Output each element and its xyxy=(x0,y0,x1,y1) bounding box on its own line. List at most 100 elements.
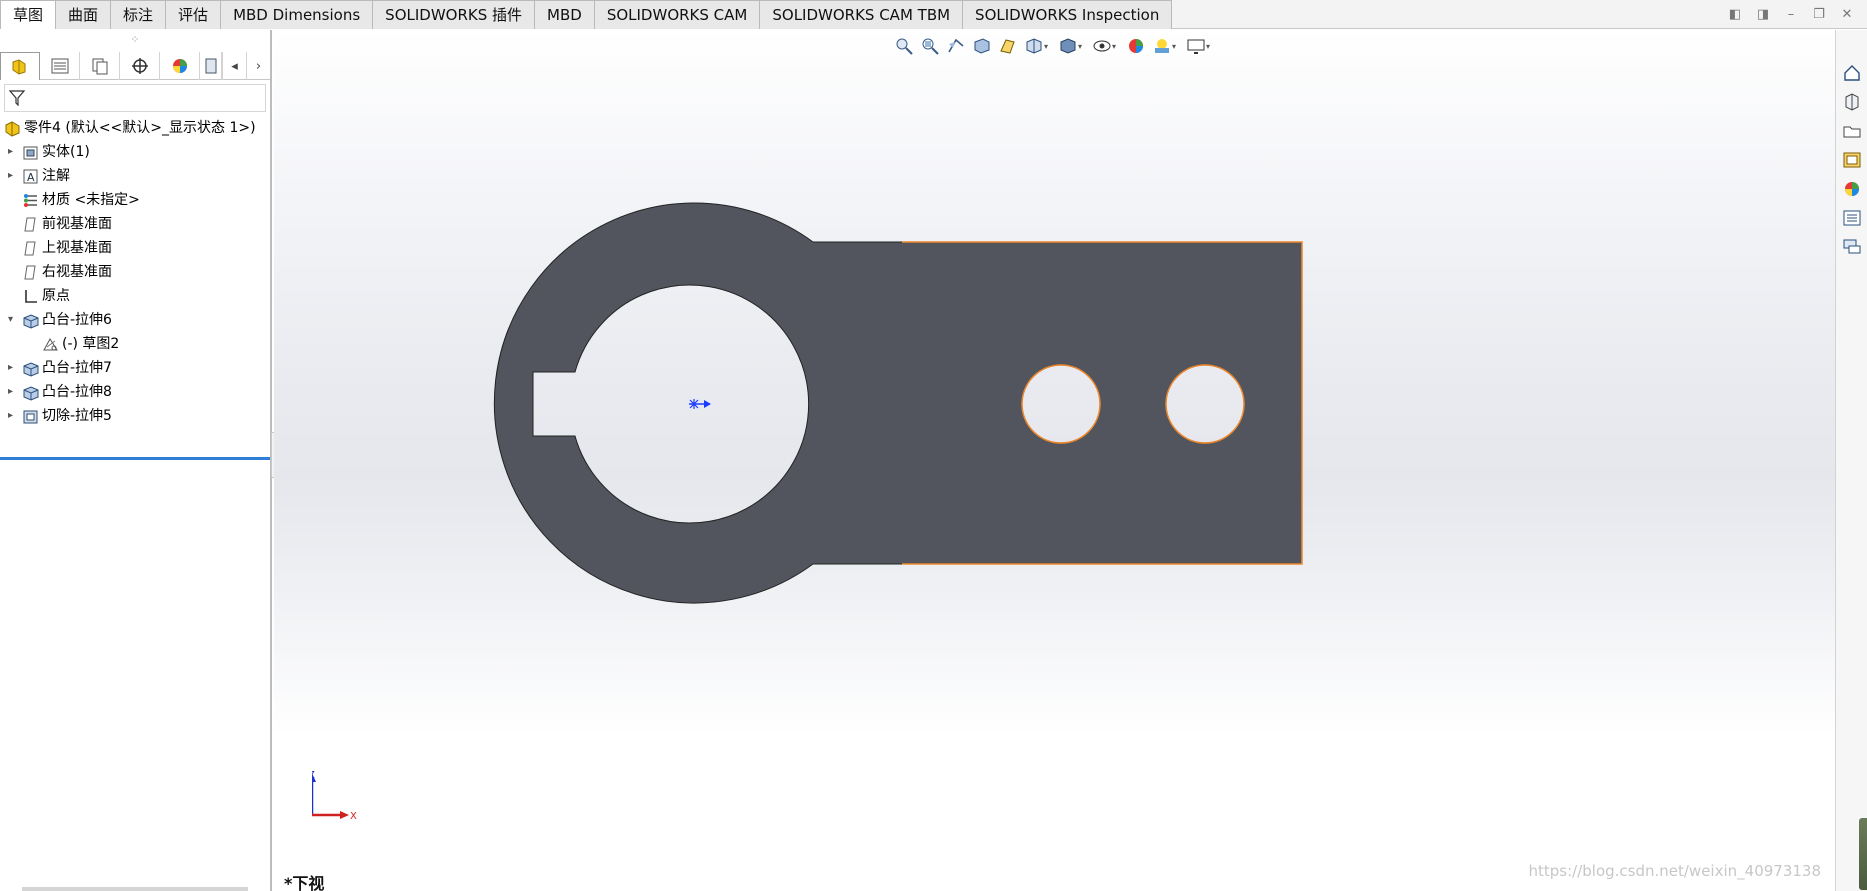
maximize-button[interactable]: ❐ xyxy=(1807,4,1831,26)
tile-left-icon[interactable]: ◧ xyxy=(1723,4,1747,26)
rollback-bar[interactable] xyxy=(0,457,270,460)
task-pane xyxy=(1835,30,1867,891)
tree-node-label: 上视基准面 xyxy=(42,240,112,256)
feature-tree: 零件4 (默认<<默认>_显示状态 1>) ▸ 实体(1) ▸ A 注解 材质 <未指定> 前… xyxy=(0,116,270,428)
watermark-text: https://blog.csdn.net/weixin_40973138 xyxy=(1528,862,1821,880)
part-icon xyxy=(5,121,20,137)
tree-node-5[interactable]: 上视基准面 xyxy=(0,236,270,260)
camworks-icon xyxy=(205,58,216,74)
tab-4[interactable]: MBD Dimensions xyxy=(220,0,374,29)
design-library-tab[interactable] xyxy=(1838,88,1866,116)
task-pane-handle[interactable] xyxy=(1859,818,1867,890)
configurationmanager-tab[interactable] xyxy=(80,52,120,80)
tree-node-6[interactable]: 右视基准面 xyxy=(0,260,270,284)
tree-node-7[interactable]: 原点 xyxy=(0,284,270,308)
graphics-area[interactable]: ▾▾▾▾▾ Z X *下视 https://blog.csdn.net/weix… xyxy=(274,30,1835,891)
tree-node-9[interactable]: (-) 草图2 xyxy=(0,332,270,356)
tree-node-10[interactable]: ▸ 凸台-拉伸7 xyxy=(0,356,270,380)
camworks-tab[interactable] xyxy=(200,52,222,80)
displaymanager-icon xyxy=(172,59,187,73)
tree-node-label: 注解 xyxy=(42,168,70,184)
tree-node-11[interactable]: ▸ 凸台-拉伸8 xyxy=(0,380,270,404)
boss-extrude-icon xyxy=(23,362,39,377)
expand-toggle-icon[interactable]: ▸ xyxy=(8,164,18,188)
view-name-label: *下视 xyxy=(284,874,325,891)
tree-node-label: 凸台-拉伸6 xyxy=(42,312,112,328)
featuremanager-tab[interactable] xyxy=(0,52,40,80)
tab-2[interactable]: 标注 xyxy=(110,0,167,29)
file-explorer-icon xyxy=(1843,126,1861,138)
expand-toggle-icon[interactable]: ▸ xyxy=(8,380,18,404)
annotations-icon: A xyxy=(23,169,38,184)
tree-node-0[interactable]: 零件4 (默认<<默认>_显示状态 1>) xyxy=(0,116,270,140)
view-palette-icon xyxy=(1843,152,1861,168)
tree-node-3[interactable]: 材质 <未指定> xyxy=(0,188,270,212)
tree-node-label: (-) 草图2 xyxy=(62,336,120,352)
design-library-icon xyxy=(1845,93,1859,111)
expand-toggle-icon[interactable]: ▸ xyxy=(8,140,18,164)
panel-scroll-next-button[interactable]: › xyxy=(246,52,270,80)
part-model[interactable] xyxy=(274,30,1835,891)
expand-toggle-icon[interactable]: ▸ xyxy=(8,356,18,380)
material-icon xyxy=(24,194,37,207)
appearances-tab[interactable] xyxy=(1838,175,1866,203)
reference-triad: Z X xyxy=(312,770,357,822)
boss-extrude-icon xyxy=(23,386,39,401)
panel-tabs: ◂ › xyxy=(0,52,270,80)
tree-node-12[interactable]: ▸ 切除-拉伸5 xyxy=(0,404,270,428)
propertymanager-tab[interactable] xyxy=(40,52,80,80)
forum-tab[interactable] xyxy=(1838,233,1866,261)
tab-8[interactable]: SOLIDWORKS CAM TBM xyxy=(759,0,964,29)
tab-6[interactable]: MBD xyxy=(534,0,595,29)
triad-x-label: X xyxy=(350,811,357,822)
solid-bodies-icon xyxy=(23,146,38,160)
tree-node-label: 原点 xyxy=(42,288,70,304)
displaymanager-tab[interactable] xyxy=(160,52,200,80)
plane-icon xyxy=(24,217,36,232)
tab-7[interactable]: SOLIDWORKS CAM xyxy=(593,0,761,29)
tree-node-label: 材质 <未指定> xyxy=(42,192,140,208)
tree-filter xyxy=(4,84,266,112)
custom-properties-icon xyxy=(1843,210,1861,226)
tab-1[interactable]: 曲面 xyxy=(55,0,112,29)
close-button[interactable]: ✕ xyxy=(1835,4,1859,26)
tree-node-label: 凸台-拉伸8 xyxy=(42,384,112,400)
configurationmanager-icon xyxy=(92,58,107,75)
custom-properties-tab[interactable] xyxy=(1838,204,1866,232)
view-palette-tab[interactable] xyxy=(1838,146,1866,174)
tile-right-icon[interactable]: ◨ xyxy=(1751,4,1775,26)
tree-node-label: 右视基准面 xyxy=(42,264,112,280)
tree-node-4[interactable]: 前视基准面 xyxy=(0,212,270,236)
featuremanager-icon xyxy=(12,58,26,75)
tree-node-label: 切除-拉伸5 xyxy=(42,408,112,424)
panel-horizontal-scrollbar[interactable] xyxy=(22,887,248,891)
window-controls: ◧ ◨ – ❐ ✕ xyxy=(1723,0,1867,29)
solidworks-resources-tab[interactable] xyxy=(1838,59,1866,87)
tree-node-1[interactable]: ▸ 实体(1) xyxy=(0,140,270,164)
tree-node-2[interactable]: ▸ A 注解 xyxy=(0,164,270,188)
tab-9[interactable]: SOLIDWORKS Inspection xyxy=(962,0,1173,29)
appearances-icon xyxy=(1845,182,1859,196)
part-body[interactable] xyxy=(493,202,1303,604)
tab-3[interactable]: 评估 xyxy=(165,0,222,29)
tab-0[interactable]: 草图 xyxy=(0,0,57,29)
cut-extrude-icon xyxy=(23,410,38,424)
panel-scroll-prev-button[interactable]: ◂ xyxy=(222,52,246,80)
dimxpertmanager-icon xyxy=(131,58,148,74)
origin-icon xyxy=(25,290,37,303)
plane-icon xyxy=(24,241,36,256)
plane-icon xyxy=(24,265,36,280)
sketch-icon xyxy=(43,338,58,351)
expand-toggle-icon[interactable]: ▾ xyxy=(8,308,18,332)
solidworks-resources-icon xyxy=(1844,65,1860,81)
dimxpertmanager-tab[interactable] xyxy=(120,52,160,80)
panel-grip[interactable]: ⁘ xyxy=(0,30,270,52)
tree-node-8[interactable]: ▾ 凸台-拉伸6 xyxy=(0,308,270,332)
expand-toggle-icon[interactable]: ▸ xyxy=(8,404,18,428)
tree-node-label: 凸台-拉伸7 xyxy=(42,360,112,376)
tree-node-label: 实体(1) xyxy=(42,144,90,160)
tab-5[interactable]: SOLIDWORKS 插件 xyxy=(372,0,536,29)
tree-filter-input[interactable] xyxy=(29,88,259,108)
minimize-button[interactable]: – xyxy=(1779,4,1803,26)
file-explorer-tab[interactable] xyxy=(1838,117,1866,145)
